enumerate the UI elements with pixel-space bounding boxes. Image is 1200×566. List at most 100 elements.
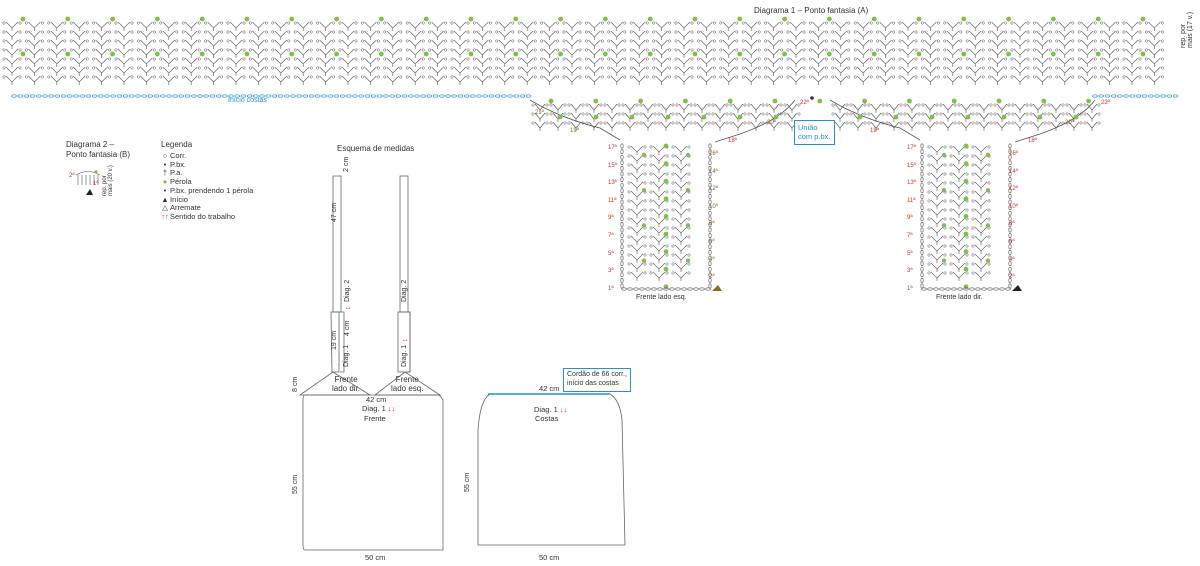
legend-symbol-icon: •	[163, 185, 167, 195]
diagram2-row2-label: 2ª	[69, 173, 75, 179]
legend-item: ↑↑Sentido do trabalho	[160, 213, 235, 221]
back-chain-callout: Cordão de 66 corr., início das costas	[563, 368, 631, 392]
diagram2-title-line2: Ponto fantasia (B)	[66, 150, 131, 159]
row-number: 1ª	[608, 285, 614, 292]
row-label-20-right: 20ª	[1065, 120, 1074, 126]
row-label-20-left: 20ª	[767, 120, 776, 126]
legend-item: ▲Início	[160, 194, 188, 204]
back-top-width-dim: 42 cm	[539, 384, 560, 393]
front-top-width-dim: 42 cm	[366, 395, 387, 404]
row-number: 3ª	[608, 268, 614, 275]
legend-symbol-icon: ●	[162, 177, 168, 187]
row-number: 10ª	[709, 203, 718, 210]
row-number: 13ª	[608, 180, 617, 187]
row-number: 6ª	[709, 239, 715, 245]
row-number: 11ª	[608, 197, 617, 204]
row-number: 3ª	[907, 268, 913, 275]
diagram1-back-motifs	[2, 16, 1164, 104]
left-diag1-label: Diag. 1	[343, 344, 350, 367]
back-bottom-width-dim: 50 cm	[539, 553, 560, 562]
left-strap-outline	[332, 175, 342, 313]
row-number: 9ª	[608, 215, 614, 222]
row-number: 14ª	[709, 168, 718, 175]
front-label: Frente	[364, 414, 386, 423]
row-label-19-right: 19ª	[870, 128, 879, 134]
legend-label: Corr.	[170, 151, 187, 160]
legend-symbol-icon: ▲	[161, 194, 169, 204]
row-number: 14ª	[1009, 168, 1018, 175]
strap-top-dim: 2 cm	[343, 156, 350, 172]
row-number: 7ª	[907, 233, 913, 239]
strap-length-dim: 47 cm	[331, 202, 338, 222]
row-number: 5ª	[907, 250, 913, 257]
row-number: 8ª	[709, 221, 715, 228]
row-number: 17ª	[608, 145, 617, 151]
row-number: 6ª	[1009, 239, 1015, 245]
legend-item: • P.bx.	[160, 159, 187, 169]
front-left-label: Frente lado esq.	[636, 294, 687, 301]
row-number: 1ª	[907, 285, 913, 292]
legend-item: △ Arremate	[160, 204, 201, 212]
legend-item: • P.bx. prendendo 1 pérola	[160, 185, 254, 195]
row-number: 7ª	[608, 233, 614, 239]
row-number: 16ª	[1009, 151, 1018, 157]
row-number: 16ª	[709, 151, 718, 157]
row-number: 8ª	[1009, 221, 1015, 228]
row-label-18-left: 18ª	[728, 138, 737, 144]
row-number: 2ª	[1009, 274, 1015, 281]
row-number: 9ª	[907, 215, 913, 222]
legend-symbol-icon: †	[162, 168, 168, 178]
row-label-19-left: 19ª	[570, 128, 579, 134]
row-number: 15ª	[907, 162, 916, 169]
front-left-column-motifs	[620, 143, 722, 291]
back-height-dim: 55 cm	[464, 472, 471, 492]
row-label-18-right: 18ª	[1028, 138, 1037, 144]
legend-symbol-icon: ↑↑	[161, 211, 169, 221]
left-diag2-label: Diag. 2	[344, 279, 351, 302]
row-label-21-left: 21ª	[535, 110, 544, 116]
legend-label: Pérola	[170, 177, 192, 187]
schema-title: Esquema de medidas	[337, 144, 415, 153]
stitch-diagram-canvas	[2, 16, 1179, 551]
band-19-dim: 19 cm	[331, 330, 338, 350]
row-number: 17ª	[907, 145, 916, 151]
row-number: 12ª	[1009, 186, 1018, 193]
legend-label: P.bx. prendendo 1 pérola	[170, 185, 254, 195]
row-number: 15ª	[608, 162, 617, 169]
row-number: 10ª	[1009, 203, 1018, 210]
diagram2-row1-label: 1ª	[93, 181, 99, 187]
diagram2-side-note: rep. por mais (20 v.)	[102, 165, 114, 196]
front-right-column-motifs	[920, 143, 1022, 291]
diagram2-title-line1: Diagrama 2 –	[66, 140, 115, 149]
front-right-label: Frente lado dir.	[936, 294, 983, 301]
legend-symbol-icon: △	[162, 203, 168, 213]
row-number: 12ª	[709, 186, 718, 193]
right-diag1-label: Diag. 1	[401, 344, 408, 367]
height-8-dim: 8 cm	[292, 376, 299, 392]
diagram1-side-note: rep. por mais (17 v.)	[1180, 11, 1194, 48]
legend-label: Início	[170, 194, 188, 204]
row-label-22-left: 22ª	[800, 100, 809, 106]
legend-item: ○ Corr.	[160, 151, 187, 160]
legend-label: Sentido do trabalho	[170, 211, 236, 221]
front-bottom-width-dim: 50 cm	[365, 553, 386, 562]
front-left-part-label: Frente lado esq.	[391, 375, 424, 394]
legend-label: Arremate	[170, 203, 201, 213]
back-diag-label: Diag. 1 ↓↓	[534, 405, 568, 414]
front-right-part-label: Frente lado dir.	[332, 375, 361, 394]
legend-symbol-icon: •	[163, 159, 167, 169]
back-label: Costas	[535, 414, 559, 423]
legend-symbol-icon: ○	[162, 151, 168, 160]
front-diag-label: Diag. 1 ↓↓	[362, 404, 396, 413]
row-number: 4ª	[1009, 256, 1015, 263]
start-chain-row	[11, 94, 1179, 98]
legend-title: Legenda	[161, 140, 193, 149]
left-strap-arrow-icon: ↕	[345, 306, 352, 311]
legend-item: † P.a.	[160, 169, 182, 177]
legend-label: P.bx.	[170, 159, 187, 169]
row-number: 2ª	[709, 274, 715, 281]
row-number: 5ª	[608, 250, 614, 257]
diagram1-title: Diagrama 1 – Ponto fantasia (A)	[754, 6, 869, 15]
right-band-arrow-icon: ↕	[402, 338, 409, 343]
right-diag2-label: Diag. 2	[401, 279, 408, 302]
